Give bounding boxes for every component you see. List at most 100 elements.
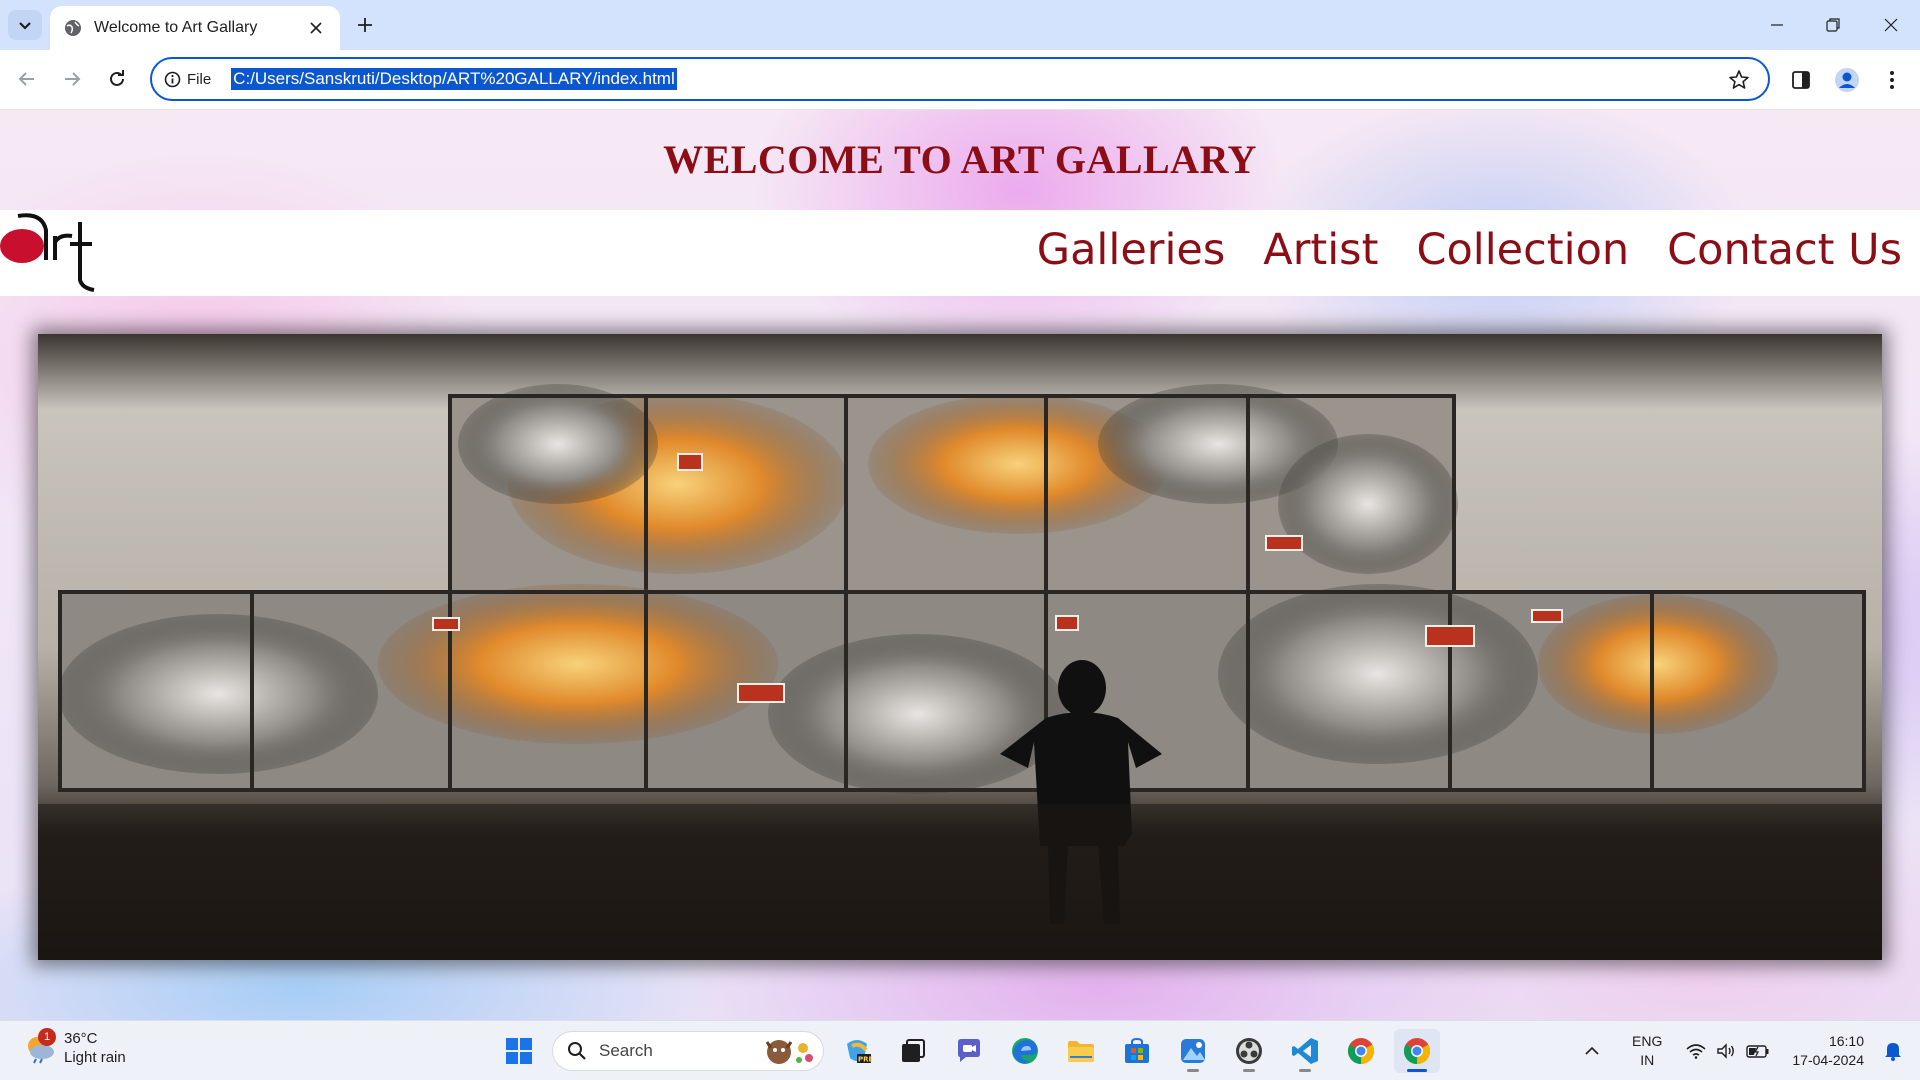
store-icon bbox=[1125, 1037, 1149, 1063]
bookmark-star-icon[interactable] bbox=[1728, 69, 1750, 91]
clock-date: 17-04-2024 bbox=[1792, 1052, 1864, 1068]
search-icon bbox=[568, 1042, 586, 1060]
quick-settings[interactable] bbox=[1686, 1043, 1770, 1059]
side-panel-button[interactable] bbox=[1786, 65, 1816, 95]
vscode-app[interactable] bbox=[1282, 1029, 1328, 1073]
language-indicator[interactable]: ENG IN bbox=[1632, 1032, 1662, 1070]
teams-chat-icon bbox=[958, 1039, 980, 1062]
profile-button[interactable] bbox=[1832, 65, 1862, 95]
info-icon bbox=[164, 71, 181, 87]
edge-app[interactable] bbox=[1002, 1029, 1048, 1073]
edge-icon bbox=[1012, 1038, 1038, 1064]
chrome-app-active[interactable] bbox=[1394, 1029, 1440, 1073]
obs-studio-icon bbox=[1236, 1038, 1262, 1064]
chrome-icon bbox=[1403, 1038, 1431, 1065]
running-indicator bbox=[1243, 1069, 1255, 1072]
photos-app[interactable] bbox=[1170, 1029, 1216, 1073]
restore-button[interactable] bbox=[1818, 12, 1848, 38]
chevron-down-icon bbox=[19, 22, 31, 30]
globe-icon bbox=[64, 19, 82, 37]
chrome-app[interactable] bbox=[1338, 1029, 1384, 1073]
site-info-label: File bbox=[187, 70, 212, 88]
hero-gallery-image bbox=[38, 334, 1882, 960]
back-button[interactable] bbox=[12, 64, 42, 94]
close-icon bbox=[1884, 18, 1898, 32]
active-tab[interactable]: Welcome to Art Gallary bbox=[50, 6, 340, 50]
browser-tab-bar: Welcome to Art Gallary bbox=[0, 0, 1920, 50]
task-view-app[interactable] bbox=[890, 1029, 936, 1073]
close-window-button[interactable] bbox=[1876, 12, 1906, 38]
chevron-up-icon bbox=[1585, 1046, 1599, 1055]
search-highlight-icon bbox=[765, 1040, 813, 1064]
running-indicator bbox=[1299, 1069, 1311, 1072]
teams-app[interactable] bbox=[946, 1029, 992, 1073]
running-indicator bbox=[1187, 1069, 1199, 1072]
bell-icon bbox=[1885, 1043, 1901, 1061]
wifi-icon bbox=[1686, 1044, 1706, 1059]
tab-close-button[interactable] bbox=[306, 18, 326, 38]
browser-menu-button[interactable] bbox=[1877, 65, 1907, 95]
windows-logo-icon bbox=[506, 1038, 532, 1064]
weather-temperature: 36°C bbox=[64, 1030, 98, 1047]
weather-widget[interactable]: 1 36°C Light rain bbox=[24, 1028, 126, 1067]
new-tab-button[interactable] bbox=[352, 12, 378, 38]
weather-notification-badge: 1 bbox=[38, 1028, 56, 1046]
url-text[interactable]: C:/Users/Sanskruti/Desktop/ART%20GALLARY… bbox=[231, 68, 677, 90]
microsoft-store-app[interactable] bbox=[1114, 1029, 1160, 1073]
copilot-icon: PRE bbox=[847, 1040, 872, 1064]
task-view-icon bbox=[902, 1039, 925, 1062]
web-page: WELCOME TO ART GALLARY Galleries Artist … bbox=[0, 110, 1920, 1020]
vscode-icon bbox=[1292, 1038, 1318, 1064]
side-panel-icon bbox=[1792, 71, 1810, 89]
close-icon bbox=[310, 22, 322, 34]
weather-rain-icon: 1 bbox=[24, 1028, 56, 1064]
site-info-button[interactable]: File bbox=[164, 71, 211, 88]
svg-text:PRE: PRE bbox=[858, 1056, 872, 1064]
volume-icon bbox=[1717, 1043, 1735, 1059]
profile-avatar-icon bbox=[1835, 68, 1859, 92]
running-indicator bbox=[1407, 1069, 1427, 1072]
art-logo[interactable] bbox=[0, 210, 100, 296]
windows-taskbar: 1 36°C Light rain Search PRE ENG IN 16:1… bbox=[0, 1020, 1920, 1080]
clock[interactable]: 16:10 17-04-2024 bbox=[1792, 1032, 1864, 1070]
address-bar[interactable]: File C:/Users/Sanskruti/Desktop/ART%20GA… bbox=[150, 57, 1770, 101]
restore-icon bbox=[1826, 18, 1840, 32]
tab-title: Welcome to Art Gallary bbox=[94, 19, 258, 36]
taskbar-apps: Search PRE bbox=[496, 1029, 1440, 1073]
main-navigation: Galleries Artist Collection Contact Us bbox=[1037, 220, 1902, 280]
system-tray: ENG IN 16:10 17-04-2024 bbox=[1572, 1021, 1920, 1080]
minimize-icon bbox=[1771, 24, 1783, 26]
nav-galleries[interactable]: Galleries bbox=[1037, 220, 1226, 280]
show-hidden-icons-button[interactable] bbox=[1572, 1046, 1612, 1056]
language-code: ENG bbox=[1632, 1033, 1663, 1049]
notifications-button[interactable] bbox=[1878, 1041, 1908, 1061]
minimize-button[interactable] bbox=[1762, 12, 1792, 38]
taskbar-search[interactable]: Search bbox=[552, 1031, 824, 1071]
forward-button[interactable] bbox=[57, 64, 87, 94]
nav-artist[interactable]: Artist bbox=[1263, 220, 1378, 280]
weather-description: Light rain bbox=[64, 1049, 126, 1066]
photos-icon bbox=[1181, 1039, 1205, 1063]
nav-contact-us[interactable]: Contact Us bbox=[1667, 220, 1902, 280]
tab-search-button[interactable] bbox=[8, 10, 42, 40]
reload-icon bbox=[110, 70, 124, 86]
reload-button[interactable] bbox=[102, 64, 132, 94]
start-button[interactable] bbox=[496, 1029, 542, 1073]
arrow-left-icon bbox=[18, 72, 34, 86]
battery-icon bbox=[1746, 1045, 1769, 1058]
arrow-right-icon bbox=[65, 72, 81, 86]
folder-icon bbox=[1068, 1041, 1094, 1062]
site-navbar: Galleries Artist Collection Contact Us bbox=[0, 210, 1920, 296]
copilot-app[interactable]: PRE bbox=[834, 1029, 880, 1073]
region-code: IN bbox=[1640, 1052, 1655, 1068]
kebab-menu-icon bbox=[1890, 71, 1894, 89]
file-explorer-app[interactable] bbox=[1058, 1029, 1104, 1073]
search-placeholder: Search bbox=[599, 1041, 653, 1060]
browser-toolbar: File C:/Users/Sanskruti/Desktop/ART%20GA… bbox=[0, 50, 1920, 110]
clock-time: 16:10 bbox=[1828, 1033, 1864, 1049]
nav-collection[interactable]: Collection bbox=[1416, 220, 1629, 280]
plus-icon bbox=[358, 18, 372, 32]
chrome-icon bbox=[1347, 1038, 1375, 1065]
obs-app[interactable] bbox=[1226, 1029, 1272, 1073]
page-heading: WELCOME TO ART GALLARY bbox=[663, 137, 1257, 182]
